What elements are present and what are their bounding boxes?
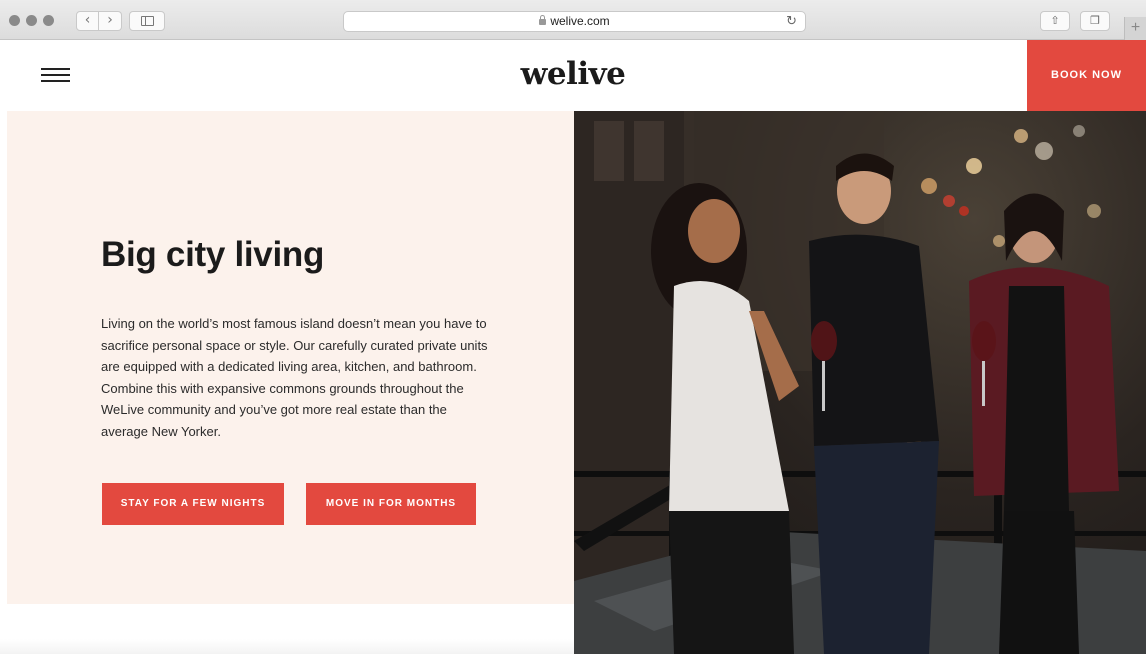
back-button[interactable]: ‹ xyxy=(76,11,99,31)
share-icon: ⇧ xyxy=(1050,14,1060,27)
site-header: welive BOOK NOW xyxy=(0,40,1146,111)
zoom-window-button[interactable] xyxy=(43,15,54,26)
minimize-window-button[interactable] xyxy=(26,15,37,26)
back-icon: ‹ xyxy=(84,12,91,28)
address-bar[interactable]: welive.com ↻ xyxy=(343,11,806,32)
share-button[interactable]: ⇧ xyxy=(1040,11,1070,31)
window-controls xyxy=(9,15,54,26)
address-bar-url: welive.com xyxy=(550,14,610,28)
new-tab-button[interactable]: + xyxy=(1124,17,1146,40)
section-divider xyxy=(0,604,574,654)
book-now-button[interactable]: BOOK NOW xyxy=(1027,40,1146,111)
hero-photo-illustration xyxy=(574,111,1146,654)
new-tab-icon: + xyxy=(1130,19,1141,36)
lock-icon xyxy=(539,15,547,25)
close-window-button[interactable] xyxy=(9,15,20,26)
forward-button[interactable]: › xyxy=(99,11,122,31)
reload-icon[interactable]: ↻ xyxy=(786,12,797,31)
site-logo[interactable]: welive xyxy=(0,56,1146,92)
stay-few-nights-button[interactable]: STAY FOR A FEW NIGHTS xyxy=(102,483,284,525)
sidebar-toggle-button[interactable] xyxy=(129,11,165,31)
sidebar-icon xyxy=(141,16,154,26)
hero-title: Big city living xyxy=(101,235,325,274)
show-tabs-button[interactable]: ❐ xyxy=(1080,11,1110,31)
history-buttons: ‹ › xyxy=(76,11,122,31)
hero-text-panel: Big city living Living on the world’s mo… xyxy=(7,111,574,604)
move-in-months-button[interactable]: MOVE IN FOR MONTHS xyxy=(306,483,476,525)
forward-icon: › xyxy=(107,12,113,28)
browser-toolbar: ‹ › welive.com ↻ ⇧ ❐ + xyxy=(0,0,1146,40)
hero-description: Living on the world’s most famous island… xyxy=(101,316,488,439)
tabs-icon: ❐ xyxy=(1090,14,1100,27)
hero-photo xyxy=(574,111,1146,654)
